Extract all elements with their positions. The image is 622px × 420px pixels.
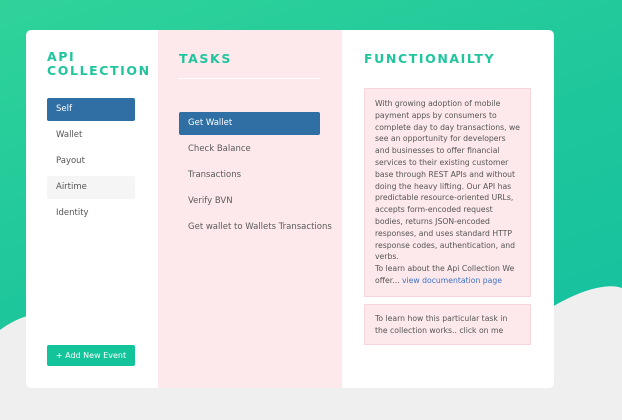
api-collection-title: API COLLECTION: [47, 49, 151, 78]
tasks-title: TASKS: [179, 51, 232, 66]
task-item-verify-bvn[interactable]: Verify BVN: [179, 190, 320, 213]
tasks-list: Get Wallet Check Balance Transactions Ve…: [179, 112, 332, 239]
functionality-column: FUNCTIONAILTY With growing adoption of m…: [342, 30, 554, 388]
api-item-payout[interactable]: Payout: [47, 150, 135, 173]
functionality-title: FUNCTIONAILTY: [364, 51, 496, 66]
api-item-wallet[interactable]: Wallet: [47, 124, 135, 147]
api-item-self[interactable]: Self: [47, 98, 135, 121]
tasks-column: TASKS Get Wallet Check Balance Transacti…: [158, 30, 342, 388]
main-card: API COLLECTION Self Wallet Payout Airtim…: [26, 30, 554, 388]
task-item-wallet-to-wallets[interactable]: Get wallet to Wallets Transactions: [179, 216, 332, 239]
add-new-event-button[interactable]: + Add New Event: [47, 345, 135, 366]
task-help-box[interactable]: To learn how this particular task in the…: [364, 303, 531, 346]
functionality-description: With growing adoption of mobile payment …: [375, 99, 521, 262]
api-item-airtime[interactable]: Airtime: [47, 176, 135, 199]
api-collection-list: Self Wallet Payout Airtime Identity: [47, 98, 135, 225]
api-collection-column: API COLLECTION Self Wallet Payout Airtim…: [26, 30, 158, 388]
task-item-check-balance[interactable]: Check Balance: [179, 138, 320, 161]
task-item-get-wallet[interactable]: Get Wallet: [179, 112, 320, 135]
functionality-description-box: With growing adoption of mobile payment …: [364, 88, 531, 297]
task-item-transactions[interactable]: Transactions: [179, 164, 320, 187]
task-help-text: To learn how this particular task in the…: [375, 313, 508, 335]
api-item-identity[interactable]: Identity: [47, 202, 135, 225]
tasks-title-divider: [179, 78, 320, 79]
view-documentation-link[interactable]: view documentation page: [402, 276, 502, 285]
